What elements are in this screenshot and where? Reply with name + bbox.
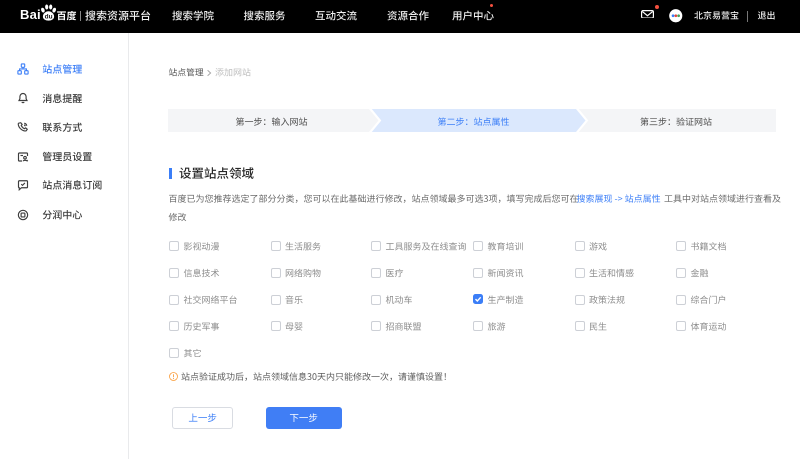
svg-text:du: du bbox=[44, 13, 52, 20]
